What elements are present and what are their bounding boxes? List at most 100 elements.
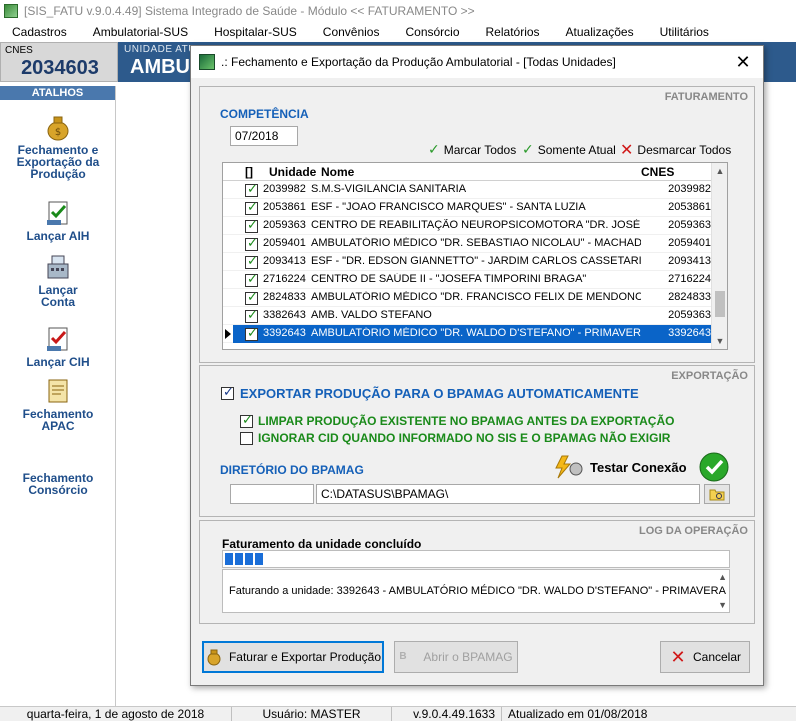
cell-nome: S.M.S-VIGILANCIA SANITARIA	[311, 183, 467, 195]
cell-unidade: 2053861	[263, 201, 306, 213]
money-bag-icon: $	[47, 116, 69, 141]
cnes-value: 2034603	[21, 57, 99, 79]
row-body: ✓ 2039982 S.M.S-VIGILANCIA SANITARIA 203998…	[233, 181, 713, 199]
table-row[interactable]: ✓ 2093413 ESF - "DR. EDSON GIANNETTO" - JA…	[223, 253, 713, 271]
grid-header: [] Unidade Nome CNES	[223, 163, 713, 181]
clear-production-label[interactable]: LIMPAR PRODUÇÃO EXISTENTE NO BPAMAG ANTE…	[258, 414, 674, 428]
test-connection-label: Testar Conexão	[590, 459, 687, 475]
row-body: ✓ 2053861 ESF - "JOAO FRANCISCO MARQUES" -…	[233, 199, 713, 217]
cell-cnes: 2093413	[668, 255, 711, 267]
menu-utilitarios[interactable]: Utilitários	[648, 25, 723, 39]
faturar-exportar-button[interactable]: Faturar e Exportar Produção	[202, 641, 384, 673]
menu-convenios[interactable]: Convênios	[311, 25, 394, 39]
bpamag-drive-input[interactable]	[230, 484, 314, 504]
checkmark-icon: ✓	[247, 289, 258, 304]
table-row[interactable]: ✓ 3392643 AMBULATÓRIO MÉDICO "DR. WALDO D'…	[223, 325, 713, 343]
dialog-title: .: Fechamento e Exportação da Produção A…	[221, 55, 616, 69]
row-checkbox[interactable]: ✓	[245, 254, 258, 269]
shortcut-lancar-aih[interactable]: Lançar AIH	[0, 198, 116, 242]
col-unidade[interactable]: Unidade	[269, 165, 316, 179]
test-connection-button[interactable]: Testar Conexão	[554, 454, 687, 480]
row-checkbox[interactable]: ✓	[245, 217, 258, 233]
cancelar-label: Cancelar	[692, 650, 742, 664]
checkmark-icon: ✓	[247, 181, 258, 196]
shortcut-lancar-conta[interactable]: Lançar Conta	[0, 252, 116, 308]
cell-nome: AMB. VALDO STEFANO	[311, 309, 432, 321]
abrir-bpamag-button[interactable]: B Abrir o BPAMAG	[394, 641, 518, 673]
progress-block	[235, 553, 243, 565]
ignore-cid-checkbox[interactable]	[240, 432, 253, 445]
clear-production-checkbox[interactable]: ✓	[240, 412, 253, 428]
menubar: Cadastros Ambulatorial-SUS Hospitalar-SU…	[0, 22, 796, 42]
faturar-exportar-label: Faturar e Exportar Produção	[228, 650, 382, 664]
cancelar-button[interactable]: ✕ Cancelar	[660, 641, 750, 673]
col-cnes[interactable]: CNES	[641, 165, 674, 179]
row-checkbox[interactable]: ✓	[245, 181, 258, 197]
table-row[interactable]: ✓ 2716224 CENTRO DE SAÚDE II - "JOSEFA TIM…	[223, 271, 713, 289]
shortcut-fechamento-apac[interactable]: Fechamento APAC	[0, 376, 116, 432]
shortcut-fechamento-consorcio[interactable]: Fechamento Consórcio	[0, 472, 116, 496]
mark-all-button[interactable]: ✓ Marcar Todos	[428, 141, 516, 158]
checkmark-icon: ✓	[247, 325, 258, 340]
banner-unit-label: UNIDADE ATU	[124, 44, 196, 55]
row-checkbox[interactable]: ✓	[245, 200, 258, 215]
cnes-label: CNES	[5, 45, 33, 56]
cell-cnes: 2053861	[668, 201, 711, 213]
row-checkbox[interactable]: ✓	[245, 236, 258, 251]
menu-relatorios[interactable]: Relatórios	[474, 25, 554, 39]
cancel-x-icon: ✕	[670, 647, 686, 667]
checkmark-icon: ✓	[242, 412, 253, 427]
browse-folder-button[interactable]	[704, 484, 730, 504]
cell-unidade: 3392643	[263, 327, 306, 339]
faturamento-tag: FATURAMENTO	[664, 91, 748, 103]
checkmark-icon: ✓	[247, 217, 258, 232]
grid-scrollbar[interactable]: ▲ ▼	[711, 163, 727, 349]
checklist-red-icon	[47, 327, 68, 351]
table-row[interactable]: ✓ 3382643 AMB. VALDO STEFANO 2059363	[223, 307, 713, 325]
competencia-input[interactable]: 07/2018	[230, 126, 298, 146]
shortcut-lancar-cih[interactable]: Lançar CIH	[0, 324, 116, 368]
col-nome[interactable]: Nome	[321, 165, 354, 179]
menu-ambulatorial-sus[interactable]: Ambulatorial-SUS	[81, 25, 202, 39]
scroll-down-icon[interactable]: ▼	[712, 333, 727, 349]
menu-consorcio[interactable]: Consórcio	[393, 25, 473, 39]
close-icon[interactable]: ✕	[733, 52, 753, 72]
unidades-grid[interactable]: [] Unidade Nome CNES ✓ 2039982 S.M.S-VIGIL…	[222, 162, 728, 350]
cell-cnes: 2059363	[668, 219, 711, 231]
statusbar: quarta-feira, 1 de agosto de 2018 Usuári…	[0, 706, 796, 721]
col-check: []	[245, 165, 253, 179]
scroll-thumb[interactable]	[715, 291, 725, 317]
checkmark-icon: ✓	[247, 271, 258, 286]
table-row[interactable]: ✓ 2039982 S.M.S-VIGILANCIA SANITARIA 203998…	[223, 181, 713, 199]
log-progress-bar	[222, 550, 730, 568]
row-indicator-icon	[225, 329, 231, 339]
log-message-box[interactable]: Faturando a unidade: 3392643 - AMBULATÓR…	[222, 569, 730, 613]
table-row[interactable]: ✓ 2824833 AMBULATÓRIO MÉDICO "DR. FRANCISC…	[223, 289, 713, 307]
cell-unidade: 2059401	[263, 237, 306, 249]
bpamag-dir-input[interactable]: C:\DATASUS\BPAMAG\	[316, 484, 700, 504]
auto-export-label[interactable]: EXPORTAR PRODUÇÃO PARA O BPAMAG AUTOMATI…	[240, 386, 639, 401]
ignore-cid-label[interactable]: IGNORAR CID QUANDO INFORMADO NO SIS E O …	[258, 431, 670, 445]
cell-cnes: 2716224	[668, 273, 711, 285]
row-checkbox[interactable]: ✓	[245, 289, 258, 305]
scroll-up-icon[interactable]: ▲	[718, 572, 727, 582]
auto-export-checkbox[interactable]: ✓	[221, 385, 234, 400]
only-current-button[interactable]: ✓ Somente Atual	[522, 141, 616, 158]
menu-atualizacoes[interactable]: Atualizações	[554, 25, 648, 39]
main-window-title: [SIS_FATU v.9.0.4.49] Sistema Integrado …	[24, 4, 475, 18]
table-row[interactable]: ✓ 2059363 CENTRO DE REABILITAÇÃO NEUROPSIC…	[223, 217, 713, 235]
menu-cadastros[interactable]: Cadastros	[0, 25, 81, 39]
row-checkbox[interactable]: ✓	[245, 308, 258, 323]
table-row[interactable]: ✓ 2053861 ESF - "JOAO FRANCISCO MARQUES" -…	[223, 199, 713, 217]
row-checkbox[interactable]: ✓	[245, 325, 258, 341]
menu-hospitalar-sus[interactable]: Hospitalar-SUS	[202, 25, 311, 39]
table-row[interactable]: ✓ 2059401 AMBULATÓRIO MÉDICO "DR. SEBASTIA…	[223, 235, 713, 253]
dialog-titlebar[interactable]: .: Fechamento e Exportação da Produção A…	[191, 46, 763, 78]
row-checkbox[interactable]: ✓	[245, 271, 258, 287]
cell-unidade: 2716224	[263, 273, 306, 285]
shortcut-fechamento-exportacao[interactable]: $ Fechamento e Exportação da Produção	[0, 112, 116, 180]
scroll-down-icon[interactable]: ▼	[718, 600, 727, 610]
cell-unidade: 2093413	[263, 255, 306, 267]
unmark-all-button[interactable]: ✕ Desmarcar Todos	[620, 140, 731, 160]
scroll-up-icon[interactable]: ▲	[712, 163, 727, 179]
